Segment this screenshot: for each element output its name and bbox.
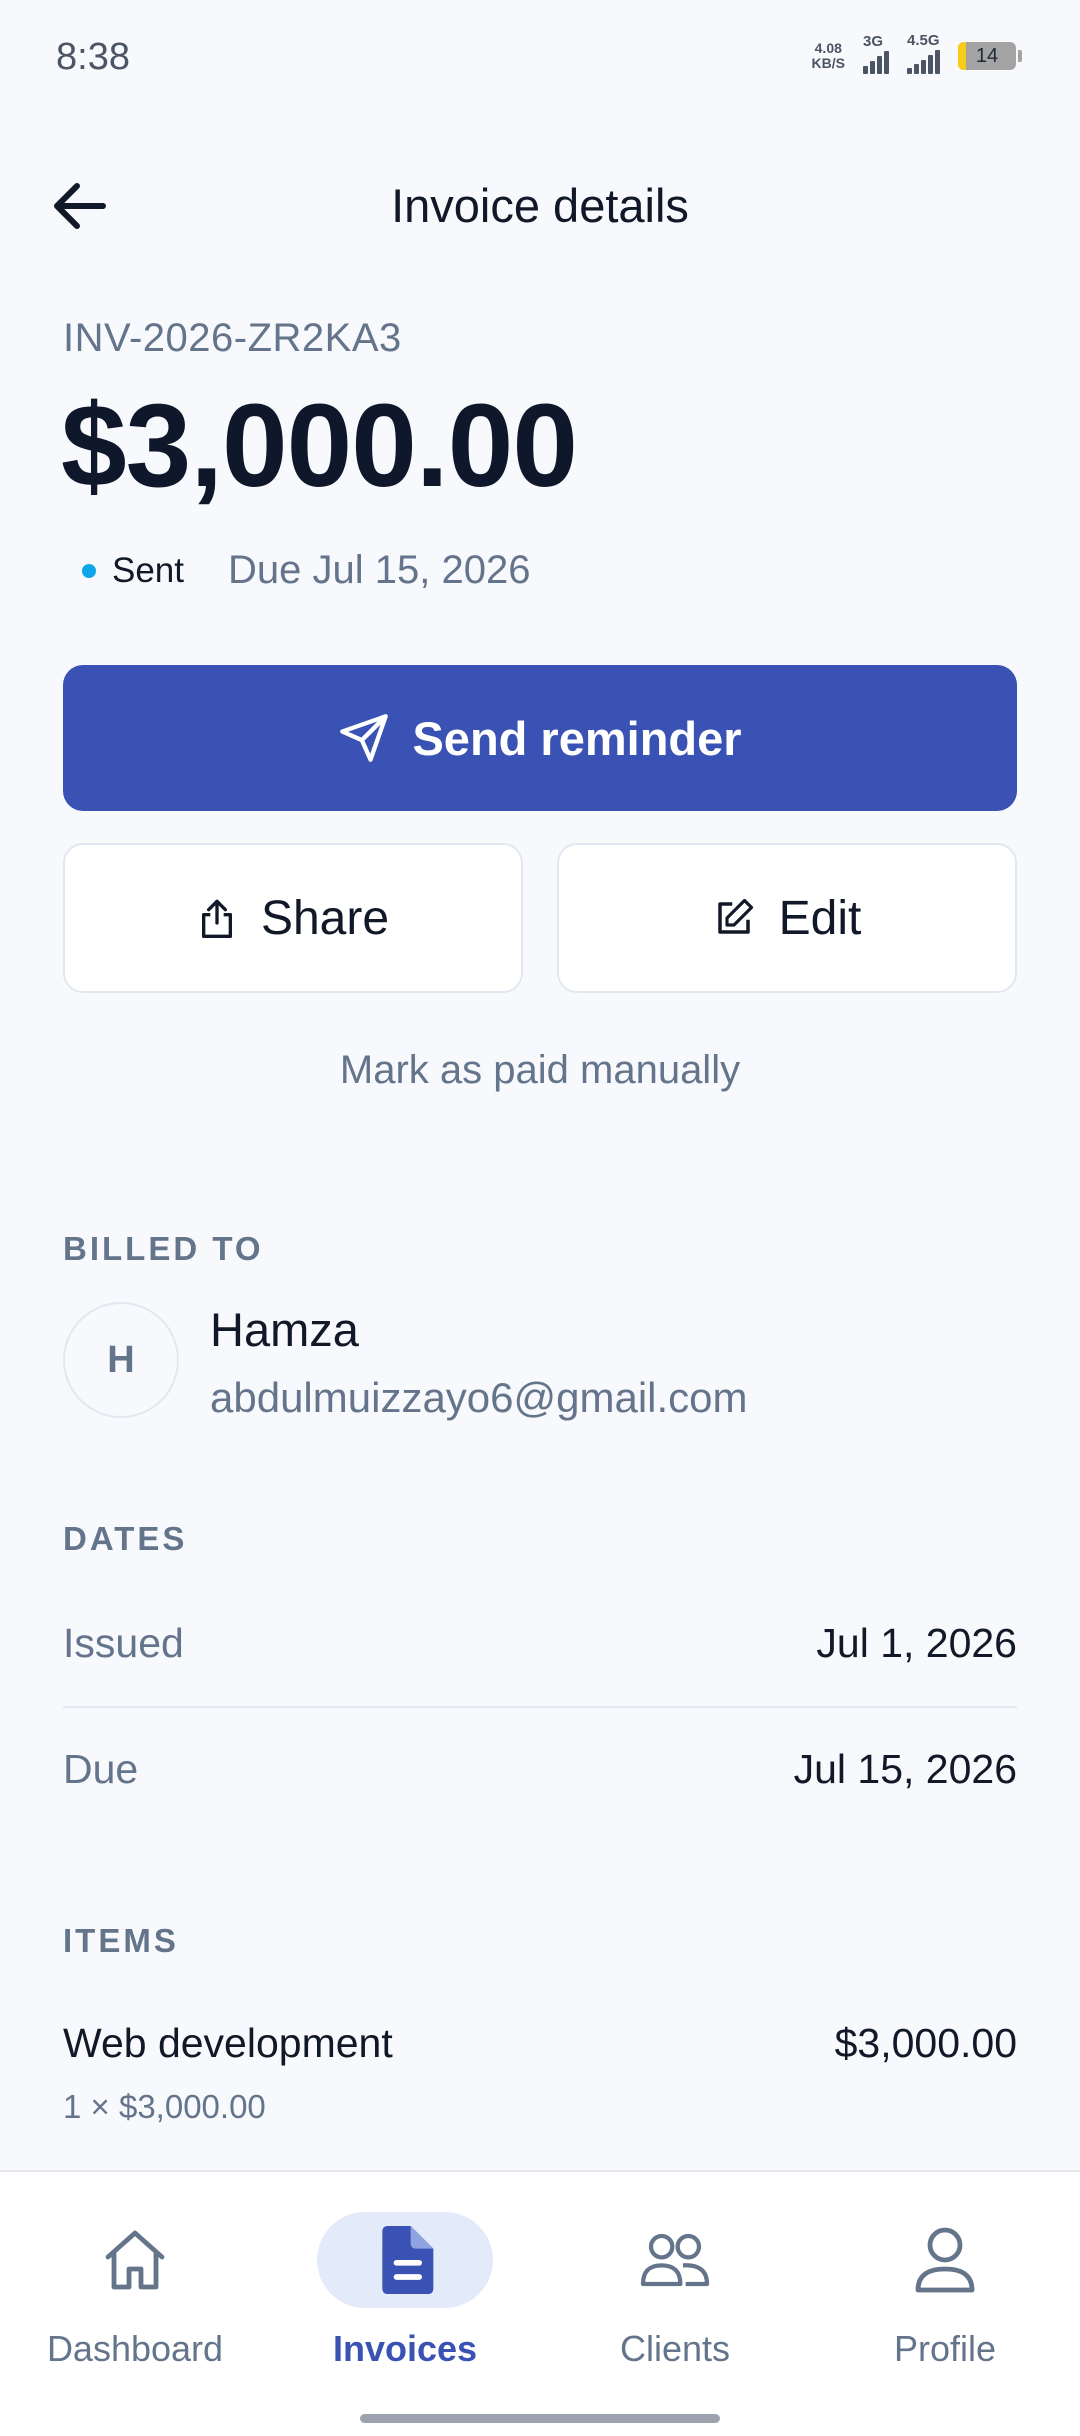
mark-as-paid-link[interactable]: Mark as paid manually xyxy=(0,1048,1080,1093)
battery-level: 14 xyxy=(975,44,999,67)
nav-icon-container xyxy=(857,2212,1033,2308)
nav-label-invoices: Invoices xyxy=(332,2328,478,2369)
issued-date: Jul 1, 2026 xyxy=(816,1620,1017,1666)
signal-3g-label: 3G xyxy=(863,32,884,50)
users-icon xyxy=(640,2233,710,2287)
client-name: Hamza xyxy=(210,1303,359,1356)
dates-divider xyxy=(63,1706,1017,1708)
invoice-status-row: Sent Due Jul 15, 2026 xyxy=(82,548,530,593)
edit-button[interactable]: Edit xyxy=(557,843,1017,993)
battery-tip xyxy=(1018,50,1022,62)
status-bar: 8:38 4.08 KB/S 3G 4.5G 14 xyxy=(0,0,1080,110)
send-reminder-button[interactable]: Send reminder xyxy=(63,665,1017,811)
network-speed-value: 4.08 xyxy=(814,40,842,56)
invoice-details-screen: 8:38 4.08 KB/S 3G 4.5G 14 Invoice detail… xyxy=(0,0,1080,2436)
send-icon xyxy=(340,714,389,762)
signal-4g-label: 4.5G xyxy=(907,32,940,49)
billed-to-heading: BILLED TO xyxy=(63,1230,264,1267)
network-speed-unit: KB/S xyxy=(811,55,845,71)
share-label: Share xyxy=(260,891,390,945)
nav-item-profile[interactable]: Profile xyxy=(810,2212,1080,2370)
battery-icon: 14 xyxy=(958,42,1016,70)
share-button[interactable]: Share xyxy=(63,843,523,993)
nav-label-profile: Profile xyxy=(893,2328,997,2369)
nav-icon-container xyxy=(587,2212,763,2308)
send-reminder-label: Send reminder xyxy=(412,711,742,765)
status-dot-icon xyxy=(82,563,96,578)
dates-heading: DATES xyxy=(63,1520,188,1557)
item-total: $3,000.00 xyxy=(834,2020,1017,2066)
home-indicator[interactable] xyxy=(360,2414,720,2423)
nav-label-dashboard: Dashboard xyxy=(46,2328,224,2369)
signal-4g-icon: 4.5G xyxy=(907,32,940,74)
status-time: 8:38 xyxy=(56,36,130,78)
status-indicators: 4.08 KB/S 3G 4.5G 14 xyxy=(812,32,1022,74)
home-icon xyxy=(105,2230,165,2290)
user-icon xyxy=(915,2227,975,2293)
signal-3g-icon: 3G xyxy=(863,33,889,74)
item-name: Web development xyxy=(63,2020,393,2066)
client-email: abdulmuizzayo6@gmail.com xyxy=(210,1374,748,1421)
page-title: Invoice details xyxy=(391,179,689,232)
nav-label-clients: Clients xyxy=(619,2328,731,2369)
network-speed: 4.08 KB/S xyxy=(812,41,845,71)
due-date: Jul 15, 2026 xyxy=(793,1746,1017,1792)
items-heading: ITEMS xyxy=(63,1922,179,1959)
status-badge: Sent xyxy=(112,550,184,590)
nav-icon-container xyxy=(47,2212,223,2308)
nav-item-dashboard[interactable]: Dashboard xyxy=(0,2212,270,2370)
client-avatar: H xyxy=(63,1302,179,1418)
edit-icon xyxy=(717,898,753,934)
nav-item-clients[interactable]: Clients xyxy=(540,2212,810,2370)
share-icon xyxy=(201,899,232,938)
item-quantity-price: 1 × $3,000.00 xyxy=(63,2088,266,2125)
due-label: Due xyxy=(63,1746,139,1792)
bottom-navigation: Dashboard Invoices Clients Profile xyxy=(0,2170,1080,2436)
invoice-amount: $3,000.00 xyxy=(61,380,578,512)
nav-icon-container-active xyxy=(317,2212,493,2308)
document-icon xyxy=(382,2226,434,2294)
due-date-text: Due Jul 15, 2026 xyxy=(228,548,531,592)
invoice-number: INV-2026-ZR2KA3 xyxy=(63,316,402,360)
issued-label: Issued xyxy=(63,1620,184,1666)
nav-item-invoices[interactable]: Invoices xyxy=(270,2212,540,2370)
edit-label: Edit xyxy=(778,891,862,945)
